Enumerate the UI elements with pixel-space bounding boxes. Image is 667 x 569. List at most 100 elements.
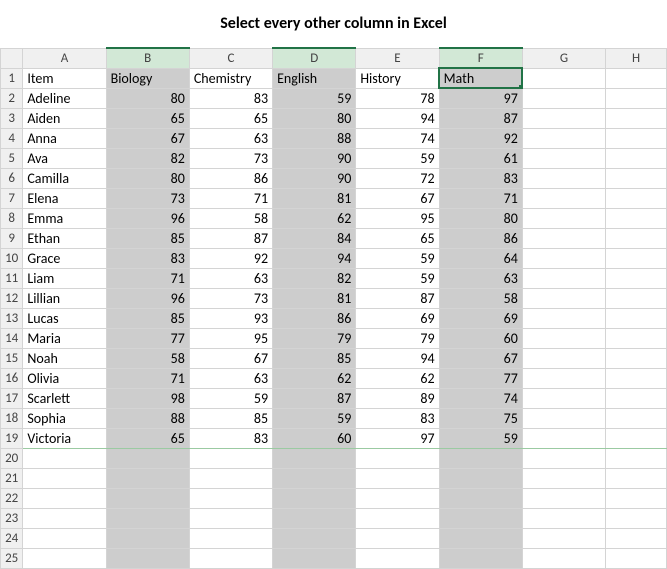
cell[interactable]	[522, 308, 605, 328]
cell[interactable]	[606, 428, 667, 448]
cell[interactable]: 92	[189, 248, 272, 268]
spreadsheet-grid[interactable]: ABCDEFGH1ItemBiologyChemistryEnglishHist…	[0, 47, 667, 569]
header-cell-history[interactable]: History	[356, 68, 439, 88]
cell[interactable]	[522, 288, 605, 308]
cell[interactable]: 58	[189, 208, 272, 228]
cell[interactable]: 59	[273, 408, 356, 428]
cell[interactable]	[522, 188, 605, 208]
cell[interactable]: 90	[273, 168, 356, 188]
column-header-A[interactable]: A	[23, 48, 106, 68]
cell[interactable]: 63	[189, 268, 272, 288]
cell[interactable]: 71	[106, 368, 189, 388]
row-header-16[interactable]: 16	[1, 368, 23, 388]
row-header-22[interactable]: 22	[1, 488, 23, 508]
cell[interactable]	[606, 108, 667, 128]
cell[interactable]: 85	[189, 408, 272, 428]
cell[interactable]	[189, 548, 272, 568]
cell[interactable]	[522, 328, 605, 348]
cell[interactable]: 65	[189, 108, 272, 128]
cell[interactable]: 59	[356, 268, 439, 288]
header-cell-math[interactable]: Math	[439, 68, 522, 88]
cell[interactable]: 64	[439, 248, 522, 268]
row-header-4[interactable]: 4	[1, 128, 23, 148]
cell[interactable]	[606, 368, 667, 388]
cell[interactable]: Elena	[23, 188, 106, 208]
cell[interactable]: 85	[106, 308, 189, 328]
row-header-20[interactable]: 20	[1, 448, 23, 468]
cell[interactable]: 97	[356, 428, 439, 448]
cell[interactable]: 92	[439, 128, 522, 148]
cell[interactable]	[522, 408, 605, 428]
row-header-5[interactable]: 5	[1, 148, 23, 168]
cell[interactable]	[356, 488, 439, 508]
cell[interactable]: Aiden	[23, 108, 106, 128]
cell[interactable]	[606, 128, 667, 148]
column-header-H[interactable]: H	[606, 48, 667, 68]
row-header-2[interactable]: 2	[1, 88, 23, 108]
cell[interactable]	[23, 548, 106, 568]
cell[interactable]: 83	[356, 408, 439, 428]
cell[interactable]	[522, 228, 605, 248]
cell[interactable]: 79	[356, 328, 439, 348]
cell[interactable]	[356, 508, 439, 528]
row-header-7[interactable]: 7	[1, 188, 23, 208]
cell[interactable]: 59	[356, 148, 439, 168]
cell[interactable]	[606, 508, 667, 528]
cell[interactable]	[522, 508, 605, 528]
cell[interactable]	[439, 448, 522, 468]
row-header-12[interactable]: 12	[1, 288, 23, 308]
cell[interactable]	[606, 328, 667, 348]
cell[interactable]: 63	[189, 128, 272, 148]
cell[interactable]	[439, 548, 522, 568]
row-header-10[interactable]: 10	[1, 248, 23, 268]
cell[interactable]: 63	[439, 268, 522, 288]
cell[interactable]: 95	[356, 208, 439, 228]
cell[interactable]	[606, 408, 667, 428]
cell[interactable]: 63	[189, 368, 272, 388]
cell[interactable]	[522, 348, 605, 368]
cell[interactable]: 80	[106, 88, 189, 108]
cell[interactable]: 88	[106, 408, 189, 428]
cell[interactable]: 88	[273, 128, 356, 148]
cell[interactable]	[522, 208, 605, 228]
column-header-G[interactable]: G	[522, 48, 605, 68]
cell[interactable]	[606, 88, 667, 108]
cell[interactable]: 59	[273, 88, 356, 108]
cell[interactable]	[522, 148, 605, 168]
cell[interactable]: 67	[356, 188, 439, 208]
row-header-17[interactable]: 17	[1, 388, 23, 408]
cell[interactable]: 94	[356, 108, 439, 128]
cell[interactable]	[273, 468, 356, 488]
cell[interactable]	[189, 448, 272, 468]
cell[interactable]	[439, 468, 522, 488]
cell[interactable]: 79	[273, 328, 356, 348]
cell[interactable]: 80	[106, 168, 189, 188]
cell[interactable]: 94	[356, 348, 439, 368]
cell[interactable]	[356, 548, 439, 568]
cell[interactable]: 83	[189, 88, 272, 108]
cell[interactable]	[189, 508, 272, 528]
cell[interactable]	[106, 508, 189, 528]
cell[interactable]	[522, 128, 605, 148]
cell[interactable]: 82	[273, 268, 356, 288]
cell[interactable]: 69	[356, 308, 439, 328]
cell[interactable]: Liam	[23, 268, 106, 288]
cell[interactable]: 71	[189, 188, 272, 208]
cell[interactable]: 95	[189, 328, 272, 348]
cell[interactable]	[522, 388, 605, 408]
cell[interactable]: 87	[273, 388, 356, 408]
cell[interactable]: 78	[356, 88, 439, 108]
cell[interactable]	[606, 68, 667, 88]
cell[interactable]: 87	[356, 288, 439, 308]
cell[interactable]: Ethan	[23, 228, 106, 248]
cell[interactable]: 67	[439, 348, 522, 368]
cell[interactable]	[522, 88, 605, 108]
cell[interactable]	[106, 468, 189, 488]
cell[interactable]	[606, 308, 667, 328]
cell[interactable]: Olivia	[23, 368, 106, 388]
cell[interactable]	[439, 508, 522, 528]
cell[interactable]: 83	[106, 248, 189, 268]
cell[interactable]	[439, 488, 522, 508]
cell[interactable]: 67	[106, 128, 189, 148]
cell[interactable]: 74	[356, 128, 439, 148]
